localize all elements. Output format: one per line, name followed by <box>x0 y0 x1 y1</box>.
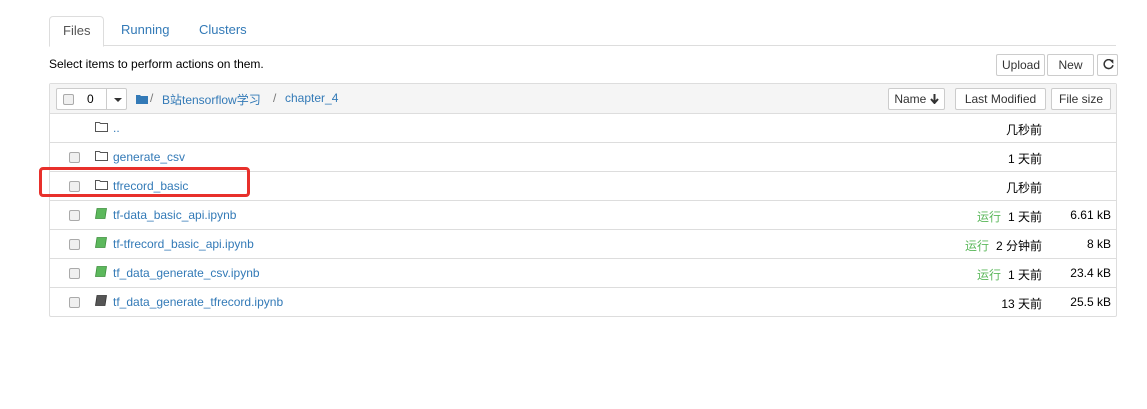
select-all-dropdown[interactable]: 0 <box>56 88 127 110</box>
sort-name-button[interactable]: Name <box>888 88 945 110</box>
notebook-running-icon <box>95 237 107 248</box>
item-size: 8 kB <box>1086 237 1111 251</box>
item-name-link[interactable]: generate_csv <box>113 150 185 164</box>
breadcrumb-separator: / <box>150 91 154 105</box>
item-modified: 1 天前 <box>1007 210 1042 224</box>
arrow-down-icon <box>929 94 939 105</box>
item-name-link[interactable]: tf_data_generate_csv.ipynb <box>113 266 260 280</box>
item-modified: 1 天前 <box>1007 152 1042 166</box>
item-checkbox[interactable] <box>69 297 80 308</box>
sort-last-modified-button[interactable]: Last Modified <box>955 88 1046 110</box>
list-item[interactable]: tfrecord_basic 几秒前 <box>50 172 1116 201</box>
file-list-header: 0 / B站tensorflow学习 / chapter_4 Name Last… <box>50 84 1116 114</box>
upload-button[interactable]: Upload <box>996 54 1045 76</box>
item-modified: 几秒前 <box>1005 123 1042 137</box>
folder-icon <box>95 151 108 161</box>
item-checkbox[interactable] <box>69 152 80 163</box>
select-all-checkbox[interactable] <box>63 94 74 105</box>
tab-clusters[interactable]: Clusters <box>186 16 260 44</box>
breadcrumb-item[interactable]: chapter_4 <box>285 91 338 105</box>
list-item[interactable]: tf-tfrecord_basic_api.ipynb 运行 2 分钟前 8 k… <box>50 230 1116 259</box>
notebook-icon <box>95 295 107 306</box>
sort-file-size-button[interactable]: File size <box>1051 88 1111 110</box>
item-name-link[interactable]: tf_data_generate_tfrecord.ipynb <box>113 295 283 309</box>
selector-menu-toggle[interactable] <box>106 89 127 109</box>
breadcrumb-separator: / <box>273 91 277 105</box>
new-button[interactable]: New <box>1047 54 1094 88</box>
file-list: 0 / B站tensorflow学习 / chapter_4 Name Last… <box>49 83 1117 317</box>
item-name-link[interactable]: .. <box>113 121 120 135</box>
list-item[interactable]: tf-data_basic_api.ipynb 运行 1 天前 6.61 kB <box>50 201 1116 230</box>
sort-name-label: Name <box>894 92 927 106</box>
list-item[interactable]: tf_data_generate_tfrecord.ipynb 13 天前 25… <box>50 288 1116 316</box>
selected-count: 0 <box>87 92 94 106</box>
refresh-icon <box>1103 58 1114 70</box>
item-size: 6.61 kB <box>1070 208 1111 222</box>
folder-icon <box>95 180 108 190</box>
item-modified: 2 分钟前 <box>995 239 1042 253</box>
tab-files[interactable]: Files <box>49 16 105 47</box>
list-item[interactable]: tf_data_generate_csv.ipynb 运行 1 天前 23.4 … <box>50 259 1116 288</box>
item-size: 25.5 kB <box>1070 295 1111 309</box>
item-name-link[interactable]: tfrecord_basic <box>113 179 188 193</box>
item-checkbox[interactable] <box>69 210 80 221</box>
item-checkbox[interactable] <box>69 181 80 192</box>
new-button-label: New <box>1058 58 1083 72</box>
item-checkbox[interactable] <box>69 239 80 250</box>
folder-home-icon <box>136 95 148 104</box>
refresh-button[interactable] <box>1097 54 1118 76</box>
item-size: 23.4 kB <box>1070 266 1111 280</box>
item-name-link[interactable]: tf-data_basic_api.ipynb <box>113 208 236 222</box>
tab-bar: Files Running Clusters <box>49 16 1116 47</box>
item-modified: 几秒前 <box>1005 181 1042 195</box>
breadcrumb-home[interactable] <box>136 93 148 107</box>
item-checkbox[interactable] <box>69 268 80 279</box>
selection-hint: Select items to perform actions on them. <box>49 57 264 71</box>
list-item[interactable]: .. 几秒前 <box>50 114 1116 143</box>
item-modified: 1 天前 <box>1007 268 1042 282</box>
breadcrumb-item[interactable]: B站tensorflow学习 <box>162 91 261 108</box>
running-indicator: 运行 <box>977 268 1002 282</box>
caret-down-icon <box>114 98 122 102</box>
running-indicator: 运行 <box>977 210 1002 224</box>
running-indicator: 运行 <box>965 239 990 253</box>
notebook-running-icon <box>95 266 107 277</box>
item-modified: 13 天前 <box>1001 297 1042 311</box>
item-name-link[interactable]: tf-tfrecord_basic_api.ipynb <box>113 237 254 251</box>
list-item[interactable]: generate_csv 1 天前 <box>50 143 1116 172</box>
tab-running[interactable]: Running <box>108 16 182 44</box>
notebook-running-icon <box>95 208 107 219</box>
folder-icon <box>95 122 108 132</box>
